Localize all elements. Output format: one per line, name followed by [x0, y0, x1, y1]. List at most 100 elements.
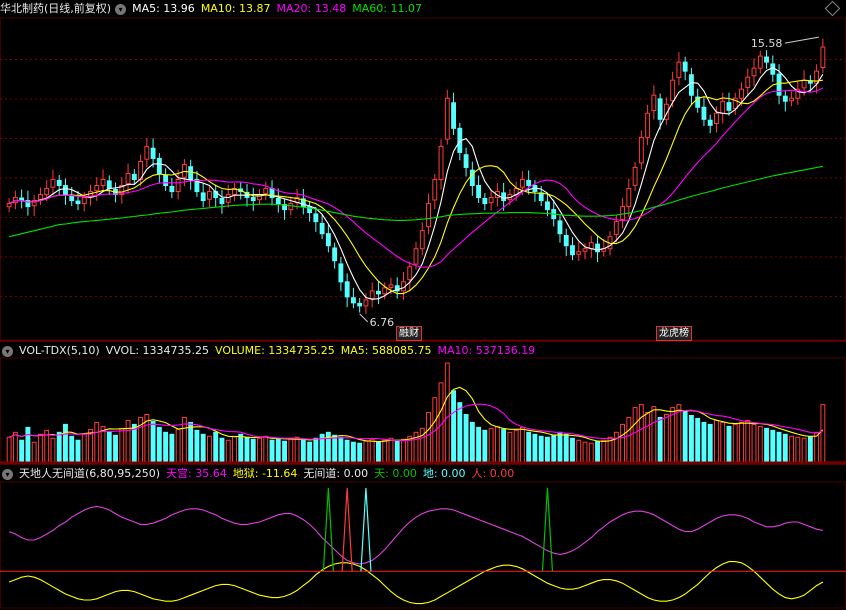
- news-tag-right[interactable]: 龙虎榜: [656, 326, 692, 341]
- volume-bar: [288, 438, 294, 463]
- volume-bar: [257, 437, 262, 463]
- volume-bar: [206, 435, 212, 463]
- volume-bar: [701, 421, 707, 463]
- volume-bar: [476, 426, 482, 463]
- volume-bar: [469, 421, 475, 463]
- candle-body: [275, 197, 281, 205]
- volume-bar: [795, 436, 801, 463]
- candle-body: [638, 136, 644, 164]
- volume-bar: [576, 439, 582, 463]
- volume-bar: [457, 402, 463, 463]
- candle-body: [313, 213, 319, 223]
- volume-bar: [69, 435, 75, 463]
- candle-body: [676, 61, 682, 78]
- candle-body: [545, 201, 550, 211]
- volume-bar: [175, 428, 181, 463]
- volume-bar: [714, 419, 719, 463]
- candle-body: [444, 97, 450, 140]
- volume-bar: [94, 421, 100, 463]
- candle-body: [426, 203, 431, 228]
- candle-body: [376, 290, 381, 295]
- volume-bar: [263, 435, 269, 463]
- candle-body: [131, 173, 137, 181]
- volume-bar: [551, 434, 557, 463]
- volume-bar: [501, 428, 507, 463]
- candle-body: [369, 290, 375, 300]
- volume-bar: [764, 427, 769, 463]
- volume-bar: [745, 419, 751, 463]
- candle-body: [407, 266, 413, 281]
- volume-bar: [300, 439, 306, 463]
- signal-spike: [541, 487, 554, 572]
- volume-bar: [601, 439, 607, 463]
- volume-bar: [807, 435, 813, 463]
- signal-spike: [360, 487, 372, 572]
- volume-bar: [225, 439, 231, 463]
- volume-bar: [563, 433, 569, 463]
- volume-bar: [688, 414, 694, 463]
- volume-bar: [25, 426, 31, 463]
- candle-body: [56, 179, 62, 187]
- volume-bar: [620, 423, 626, 463]
- candle-body: [413, 248, 419, 265]
- candle-body: [632, 166, 638, 186]
- volume-bar: [275, 437, 281, 463]
- volume-bar: [419, 427, 425, 463]
- candle-body: [751, 67, 757, 77]
- volume-bar: [150, 420, 156, 463]
- volume-bar: [595, 440, 600, 463]
- volume-bar: [488, 427, 494, 463]
- volume-bar: [626, 416, 632, 463]
- news-tag-left[interactable]: 融财: [396, 326, 422, 341]
- volume-bar: [250, 438, 256, 463]
- volume-bar: [651, 406, 657, 463]
- candle-body: [106, 180, 112, 190]
- volume-bar: [363, 440, 369, 463]
- candle-body: [325, 233, 331, 247]
- candle-body: [288, 203, 294, 211]
- volume-bar: [232, 435, 237, 463]
- candle-body: [63, 185, 68, 196]
- volume-bar: [820, 404, 826, 463]
- volume-bar: [75, 439, 81, 463]
- volume-bar: [682, 410, 688, 463]
- candle-body: [557, 220, 563, 235]
- candle-body: [595, 243, 600, 253]
- volume-bar: [482, 429, 488, 463]
- volume-bar: [426, 412, 431, 463]
- candle-body: [94, 185, 100, 192]
- volume-bar: [676, 404, 682, 463]
- volume-bar: [238, 433, 244, 463]
- stock-chart[interactable]: 15.58 6.76: [0, 0, 846, 610]
- candle-body: [670, 79, 676, 102]
- candle-body: [582, 248, 588, 252]
- candle-body: [100, 179, 106, 187]
- volume-bar: [113, 434, 118, 463]
- candle-body: [419, 230, 425, 250]
- candle-body: [144, 145, 150, 160]
- candle-body: [81, 197, 87, 205]
- candle-body: [382, 287, 388, 295]
- candle-body: [613, 221, 619, 235]
- candle-body: [188, 166, 194, 181]
- volume-bar: [739, 421, 744, 463]
- volume-bar: [12, 431, 18, 463]
- volume-bar: [344, 439, 350, 463]
- volume-bar: [37, 433, 43, 463]
- candle-body: [219, 197, 225, 205]
- volume-bar: [582, 441, 588, 463]
- volume-bar: [707, 423, 713, 463]
- volume-bar: [19, 439, 25, 463]
- candle-body: [156, 157, 162, 174]
- candle-body: [50, 179, 56, 188]
- candle-body: [770, 63, 776, 75]
- volume-bar: [789, 435, 795, 463]
- candle-body: [657, 98, 663, 120]
- volume-bar: [244, 436, 250, 463]
- volume-bar: [31, 441, 37, 463]
- candle-body: [200, 192, 206, 202]
- candle-body: [476, 185, 482, 199]
- volume-bar: [401, 438, 406, 463]
- volume-bar: [444, 362, 450, 463]
- volume-bar: [801, 437, 807, 463]
